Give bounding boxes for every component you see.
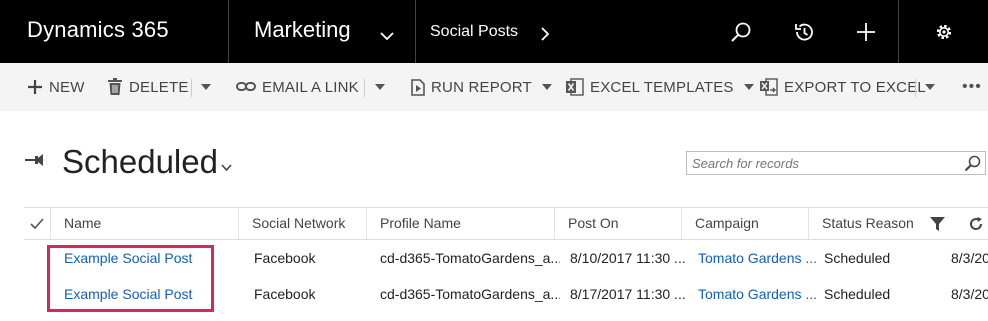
recent-icon (795, 23, 813, 40)
app-switcher[interactable]: Marketing (229, 0, 416, 63)
area-name[interactable]: Social Posts (430, 23, 518, 41)
report-icon (411, 78, 425, 96)
refresh-icon[interactable] (969, 208, 983, 239)
create-button[interactable] (836, 0, 896, 63)
top-nav-bar: Dynamics 365 Marketing Social Posts (0, 0, 988, 63)
search-records-box[interactable] (686, 151, 986, 175)
link-icon (236, 82, 256, 91)
export-to-excel-button[interactable]: EXPORT TO EXCEL (760, 63, 926, 111)
divider (364, 79, 365, 97)
app-name[interactable]: Marketing (254, 17, 351, 43)
delete-label: DELETE (129, 78, 189, 96)
excel-templates-button[interactable]: EXCEL TEMPLATES (566, 63, 760, 111)
search-icon (731, 22, 751, 42)
search-input[interactable] (692, 154, 952, 172)
status-reason-cell: Scheduled (824, 250, 891, 266)
more-commands-button[interactable]: ••• (962, 63, 982, 111)
date-cell: 8/3/20 (951, 286, 988, 302)
checkmark-icon (30, 218, 44, 229)
view-selector-chevron-icon[interactable] (221, 158, 232, 176)
excel-templates-label: EXCEL TEMPLATES (590, 78, 734, 96)
brand-title[interactable]: Dynamics 365 (27, 17, 169, 43)
filter-icon[interactable] (930, 208, 945, 239)
column-header-social-network[interactable]: Social Network (238, 208, 366, 239)
caret-down-icon (541, 84, 552, 90)
social-network-cell: Facebook (254, 250, 316, 266)
export-dropdown-icon[interactable] (923, 82, 937, 92)
excel-icon (566, 78, 584, 96)
add-icon (857, 22, 875, 41)
post-on-cell: 8/17/2017 11:30 ... (570, 286, 686, 302)
column-header-profile-name[interactable]: Profile Name (366, 208, 554, 239)
grid-header: Name Social Network Profile Name Post On… (24, 207, 988, 240)
settings-icon (936, 24, 951, 39)
area-breadcrumb[interactable]: Social Posts (416, 0, 716, 63)
search-icon[interactable] (964, 155, 981, 177)
pin-icon[interactable] (24, 153, 44, 172)
delete-dropdown-icon[interactable] (199, 82, 213, 92)
social-network-cell: Facebook (254, 286, 316, 302)
date-cell: 8/3/20 (951, 250, 988, 266)
column-header-name[interactable]: Name (50, 208, 238, 239)
campaign-link[interactable]: Tomato Gardens ... (698, 240, 816, 276)
trash-icon (108, 78, 122, 95)
select-all-checkbox[interactable] (24, 208, 50, 239)
divider (915, 79, 916, 97)
profile-name-cell: cd-d365-TomatoGardens_a... (380, 286, 560, 302)
plus-icon (28, 80, 42, 94)
chevron-down-icon[interactable] (380, 28, 394, 46)
delete-button[interactable]: DELETE (107, 63, 189, 111)
run-report-label: RUN REPORT (431, 78, 532, 96)
campaign-link[interactable]: Tomato Gardens ... (698, 276, 816, 312)
chevron-right-icon[interactable] (541, 27, 550, 46)
email-link-dropdown-icon[interactable] (373, 82, 387, 92)
view-title[interactable]: Scheduled (62, 143, 218, 181)
column-header-campaign[interactable]: Campaign (681, 208, 808, 239)
export-to-excel-label: EXPORT TO EXCEL (784, 78, 926, 96)
run-report-button[interactable]: RUN REPORT (411, 63, 558, 111)
command-bar: NEW DELETE EMAIL A LINK RUN REPORT EXCEL… (0, 63, 988, 111)
divider (191, 79, 192, 97)
settings-button[interactable] (898, 0, 988, 63)
profile-name-cell: cd-d365-TomatoGardens_a... (380, 250, 560, 266)
new-label: NEW (49, 78, 85, 96)
email-link-button[interactable]: EMAIL A LINK (236, 63, 359, 111)
new-button[interactable]: NEW (27, 63, 85, 111)
recent-button[interactable] (774, 0, 834, 63)
column-header-status-reason[interactable]: Status Reason (808, 208, 925, 239)
highlight-box (47, 245, 214, 312)
column-header-post-on[interactable]: Post On (554, 208, 681, 239)
status-reason-cell: Scheduled (824, 286, 891, 302)
caret-down-icon (743, 84, 754, 90)
post-on-cell: 8/10/2017 11:30 ... (570, 250, 686, 266)
brand-area[interactable]: Dynamics 365 (0, 0, 229, 63)
export-excel-icon (760, 78, 778, 96)
search-button[interactable] (711, 0, 771, 63)
email-link-label: EMAIL A LINK (262, 78, 359, 96)
